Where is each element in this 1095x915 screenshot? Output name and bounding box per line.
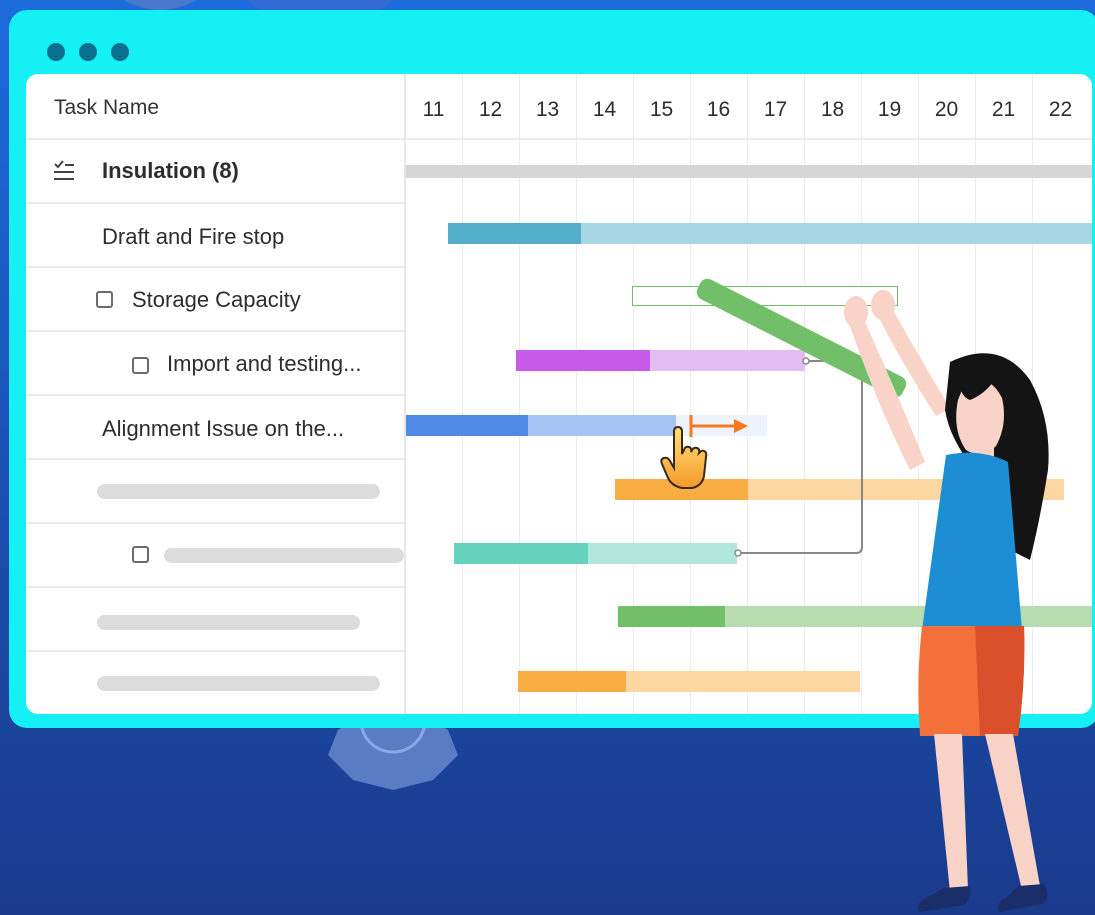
day-label: 13 <box>535 98 560 121</box>
window-dot[interactable] <box>79 43 97 61</box>
task-row[interactable]: Alignment Issue on the... <box>26 396 404 460</box>
window-controls <box>47 43 129 61</box>
task-row[interactable]: Import and testing... <box>26 332 404 396</box>
day-label: 22 <box>1048 98 1073 121</box>
day-label: 12 <box>478 98 503 121</box>
task-label: Import and testing... <box>167 351 362 376</box>
task-bar-progress <box>406 415 528 436</box>
day-label: 14 <box>592 98 617 121</box>
task-row[interactable] <box>26 460 404 524</box>
task-row[interactable] <box>26 652 404 714</box>
day-label: 18 <box>820 98 845 121</box>
task-bar-progress <box>516 350 650 371</box>
task-bar-progress <box>618 606 725 627</box>
task-bar-progress <box>448 223 581 244</box>
task-bar-progress <box>454 543 588 564</box>
window-dot[interactable] <box>111 43 129 61</box>
day-label: 19 <box>877 98 902 121</box>
task-row[interactable]: Draft and Fire stop <box>26 204 404 268</box>
placeholder-label <box>97 676 380 691</box>
task-checkbox[interactable] <box>132 546 149 563</box>
summary-bar[interactable] <box>406 165 1092 178</box>
task-row[interactable] <box>26 588 404 652</box>
task-row[interactable]: Storage Capacity <box>26 268 404 332</box>
window-dot[interactable] <box>47 43 65 61</box>
task-label: Alignment Issue on the... <box>102 416 345 441</box>
checklist-icon <box>54 160 74 180</box>
hand-cursor-icon <box>660 425 708 489</box>
day-label: 15 <box>649 98 674 121</box>
task-row[interactable] <box>26 524 404 588</box>
task-bar[interactable] <box>632 286 898 306</box>
task-label: Storage Capacity <box>132 287 301 312</box>
task-list-header: Task Name <box>26 74 404 140</box>
task-checkbox[interactable] <box>132 357 149 374</box>
task-label: Draft and Fire stop <box>102 224 285 249</box>
day-label: 20 <box>934 98 959 121</box>
task-checkbox[interactable] <box>96 291 113 308</box>
task-row[interactable]: Insulation (8) <box>26 140 404 204</box>
day-label: 21 <box>991 98 1016 121</box>
task-name-header: Task Name <box>54 96 160 119</box>
task-list: Task Name Insulation (8) Draft and Fire … <box>26 74 406 714</box>
task-bar-progress <box>518 671 626 692</box>
dependency-connector <box>734 357 863 557</box>
gantt-panel: Task Name Insulation (8) Draft and Fire … <box>26 74 1092 714</box>
timeline-header-divider <box>406 138 1092 140</box>
placeholder-label <box>164 548 404 563</box>
placeholder-label <box>97 484 380 499</box>
placeholder-label <box>97 615 360 630</box>
task-label: Insulation (8) <box>102 158 239 183</box>
day-label: 11 <box>422 98 445 121</box>
day-label: 16 <box>706 98 731 121</box>
day-label: 17 <box>763 98 788 121</box>
